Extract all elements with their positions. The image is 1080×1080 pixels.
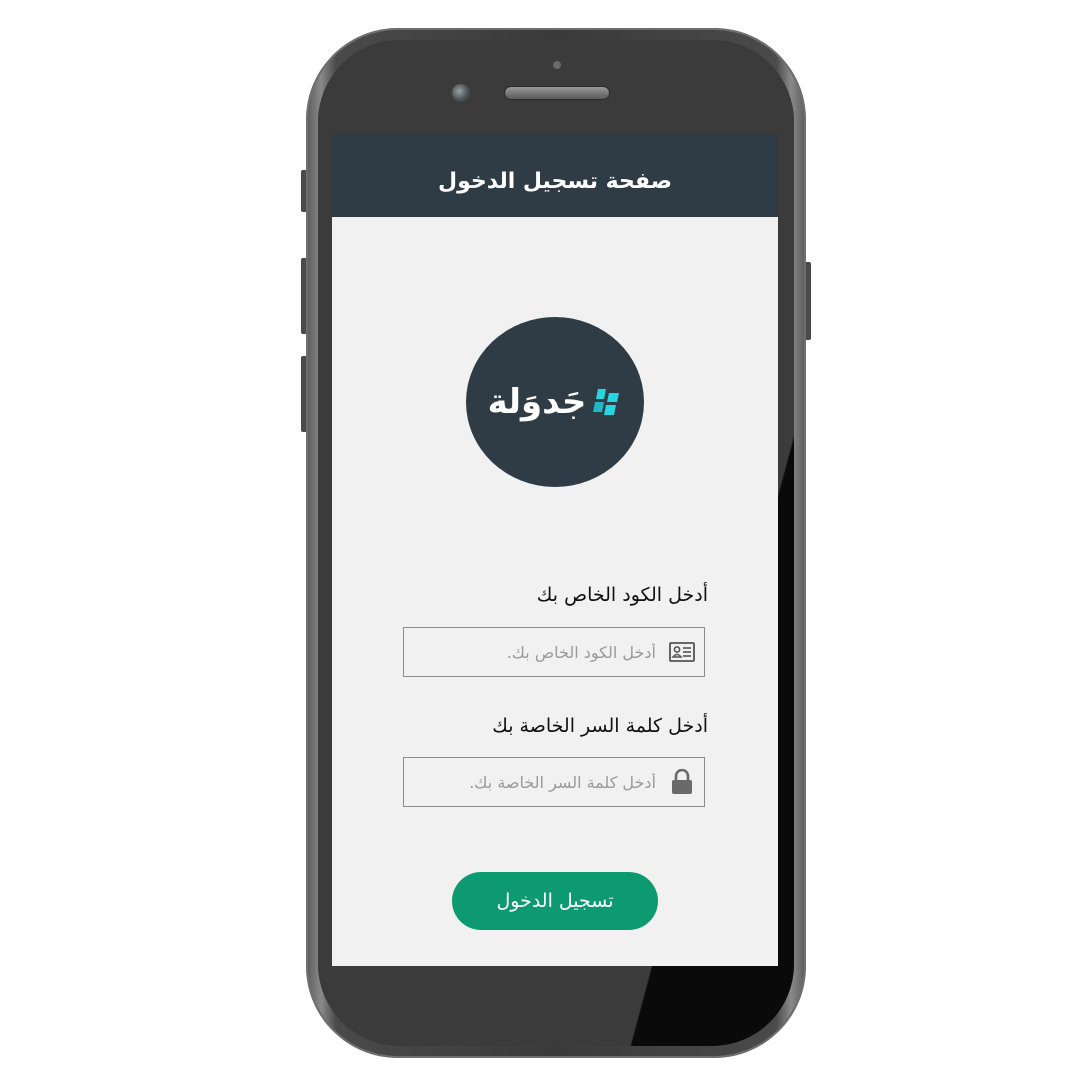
logo-mark-icon [593,389,620,415]
app-logo: جَدوَلة [466,317,644,487]
code-field[interactable] [403,627,705,677]
password-field-label: أدخل كلمة السر الخاصة بك [492,715,708,737]
login-button[interactable]: تسجيل الدخول [452,872,658,930]
app-bar: صفحة تسجيل الدخول [332,133,778,217]
id-card-icon [668,638,696,666]
app-screen: صفحة تسجيل الدخول جَدوَلة أدخل الكود الخ… [332,133,778,966]
proximity-sensor [553,61,561,69]
earpiece-speaker [504,86,610,100]
mockup-stage: صفحة تسجيل الدخول جَدوَلة أدخل الكود الخ… [0,0,1080,1080]
code-input[interactable] [404,627,668,677]
password-field[interactable] [403,757,705,807]
code-field-label: أدخل الكود الخاص بك [536,584,708,606]
front-camera [452,84,470,102]
page-title: صفحة تسجيل الدخول [438,168,672,194]
logo-wordmark: جَدوَلة [487,382,587,422]
lock-icon [668,768,696,796]
password-input[interactable] [404,757,668,807]
